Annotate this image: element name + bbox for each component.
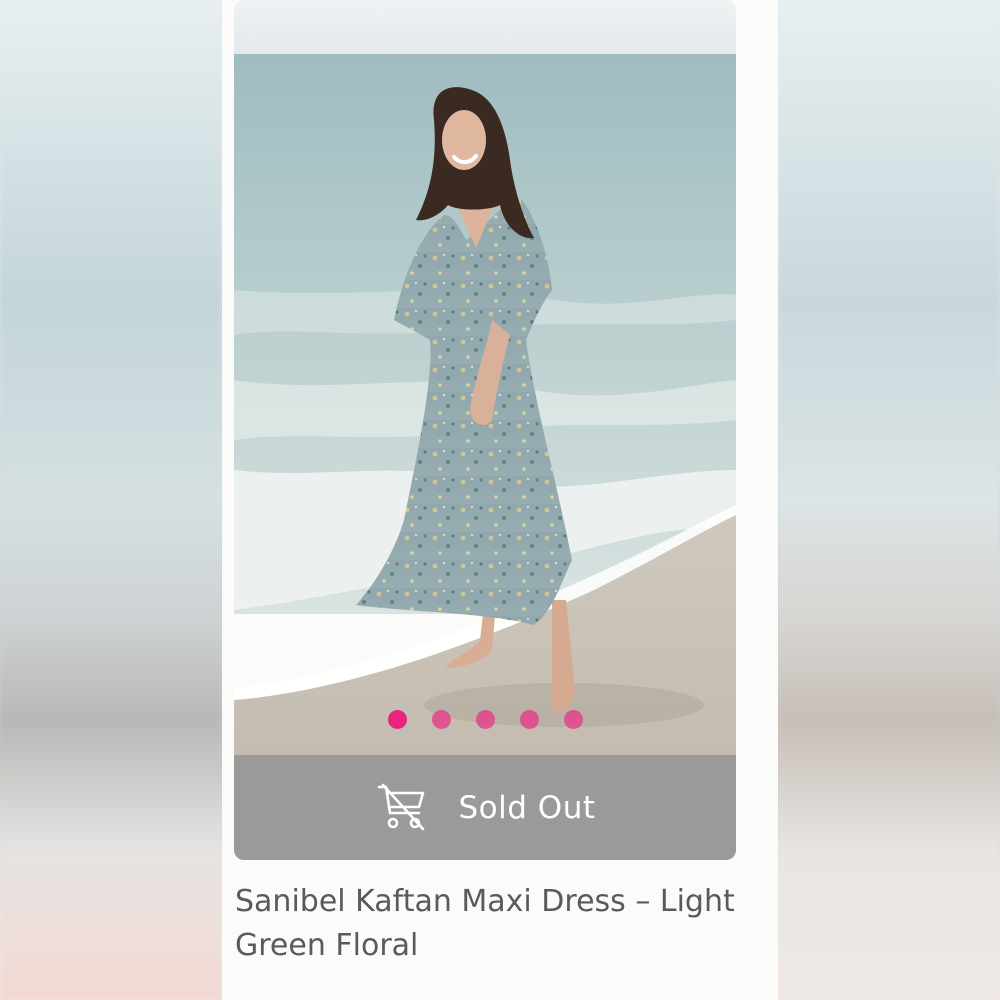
gallery-dot-5[interactable] <box>563 710 583 729</box>
cart-disabled-icon <box>375 781 429 835</box>
gallery-pagination <box>234 710 736 729</box>
sold-out-button[interactable]: Sold Out <box>234 755 736 860</box>
gallery-dot-2[interactable] <box>431 710 451 729</box>
gallery-dot-4[interactable] <box>519 710 539 729</box>
product-card: Sold Out Sanibel Kaftan Maxi Dress – Lig… <box>222 0 778 1000</box>
blurred-backdrop-left <box>0 0 222 1000</box>
gallery-dot-1[interactable] <box>387 710 407 729</box>
product-image[interactable] <box>234 0 736 755</box>
product-title[interactable]: Sanibel Kaftan Maxi Dress – Light Green … <box>235 880 755 968</box>
gallery-dot-3[interactable] <box>475 710 495 729</box>
blurred-backdrop-right <box>778 0 1000 1000</box>
sold-out-label: Sold Out <box>458 789 596 826</box>
